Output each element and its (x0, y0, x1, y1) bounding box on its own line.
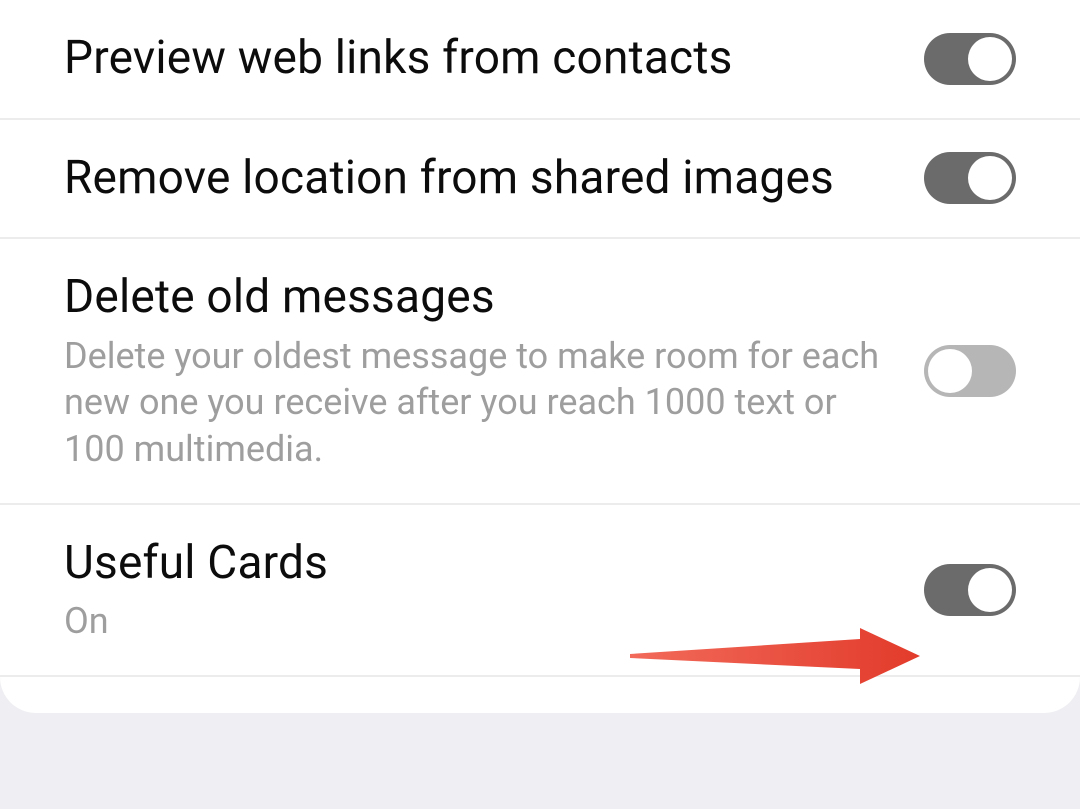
setting-row-remove-location[interactable]: Remove location from shared images (0, 120, 1080, 240)
setting-texts: Useful Cards On (64, 535, 924, 645)
toggle-knob-icon (968, 156, 1012, 200)
setting-texts: Delete old messages Delete your oldest m… (64, 269, 924, 473)
setting-title: Useful Cards (64, 535, 900, 593)
settings-card: Preview web links from contacts Remove l… (0, 0, 1080, 713)
setting-row-useful-cards[interactable]: Useful Cards On (0, 505, 1080, 677)
useful-cards-toggle[interactable] (924, 564, 1016, 616)
toggle-knob-icon (968, 568, 1012, 612)
setting-subtitle: On (64, 598, 900, 645)
setting-title: Delete old messages (64, 269, 900, 327)
delete-old-messages-toggle[interactable] (924, 345, 1016, 397)
toggle-knob-icon (968, 37, 1012, 81)
setting-title: Remove location from shared images (64, 150, 900, 208)
setting-row-delete-old-messages[interactable]: Delete old messages Delete your oldest m… (0, 239, 1080, 505)
preview-web-links-toggle[interactable] (924, 33, 1016, 85)
setting-row-preview-web-links[interactable]: Preview web links from contacts (0, 0, 1080, 120)
setting-texts: Remove location from shared images (64, 150, 924, 208)
setting-subtitle: Delete your oldest message to make room … (64, 333, 900, 473)
toggle-knob-icon (928, 349, 972, 393)
setting-texts: Preview web links from contacts (64, 30, 924, 88)
setting-title: Preview web links from contacts (64, 30, 900, 88)
remove-location-toggle[interactable] (924, 152, 1016, 204)
